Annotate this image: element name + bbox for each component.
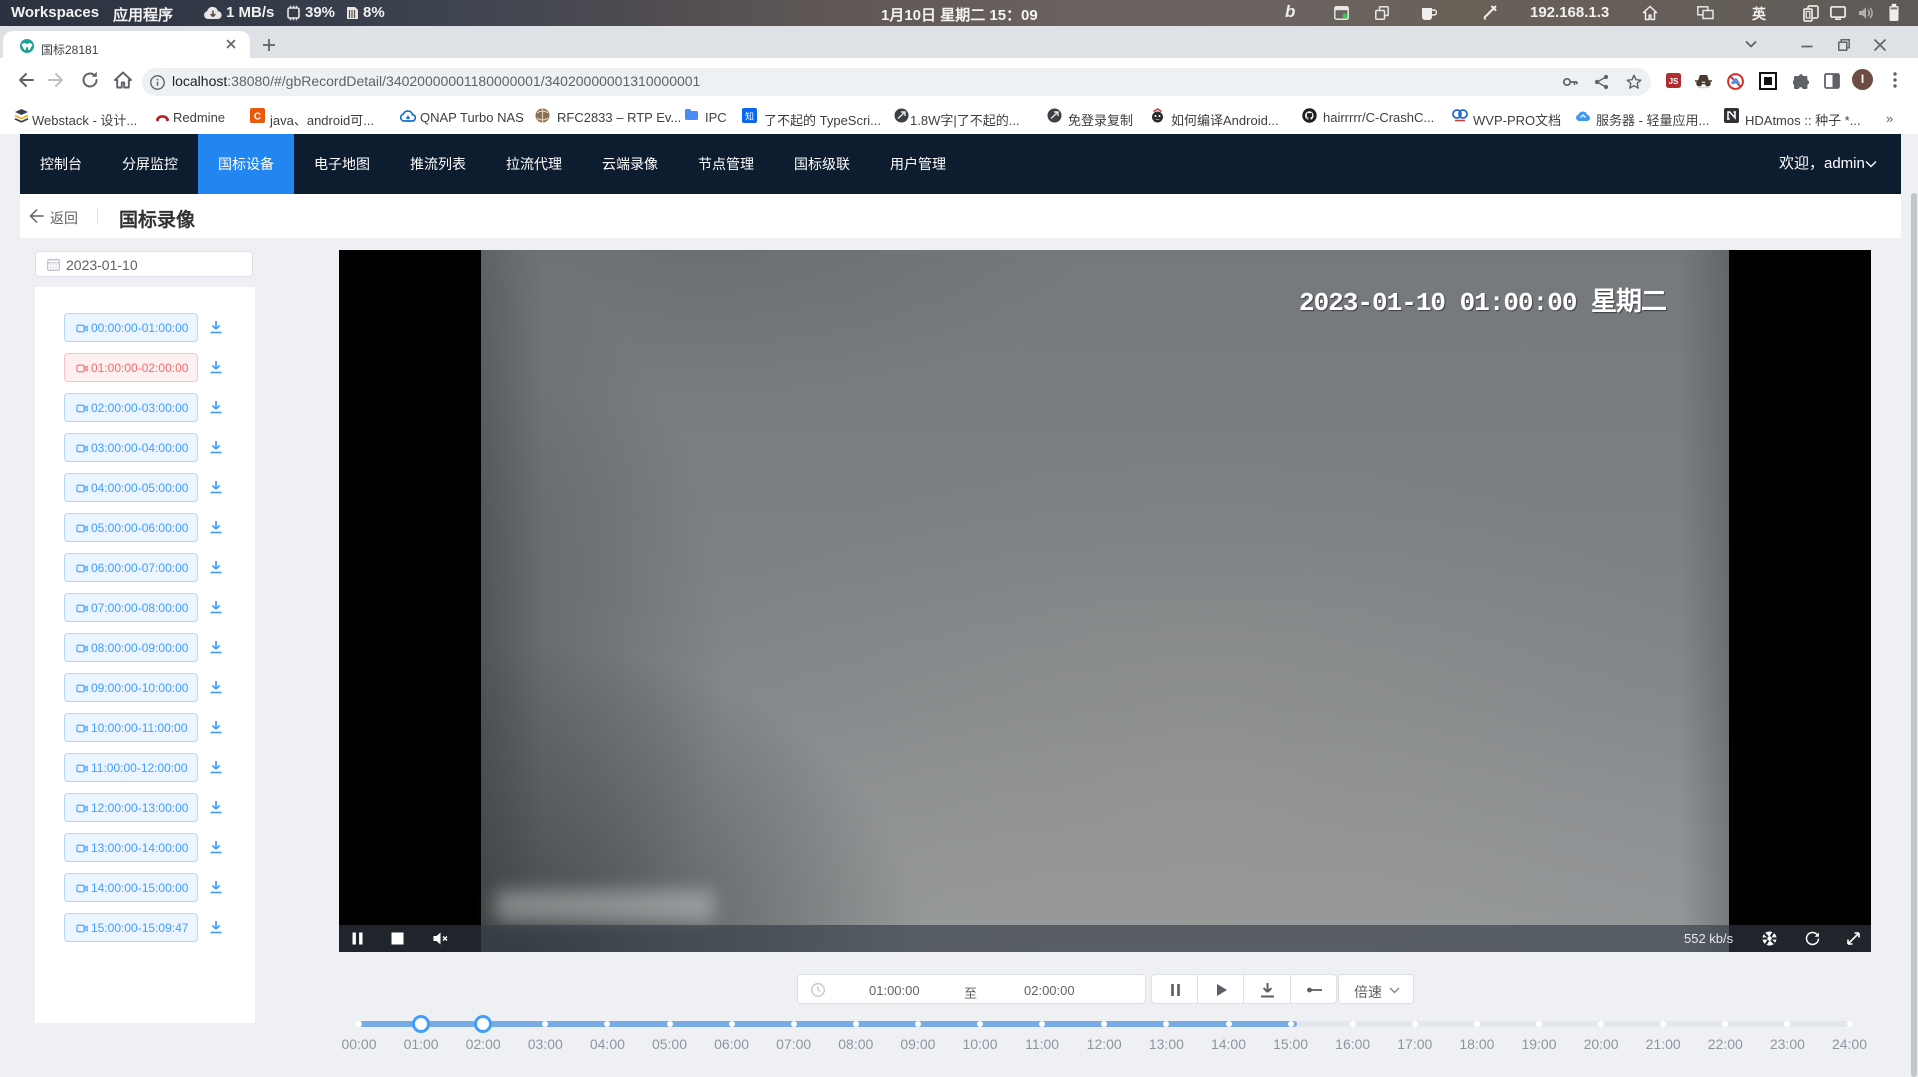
svg-text:C: C	[254, 112, 261, 123]
svg-text:知: 知	[745, 111, 754, 122]
svg-text:JS: JS	[1669, 77, 1679, 86]
